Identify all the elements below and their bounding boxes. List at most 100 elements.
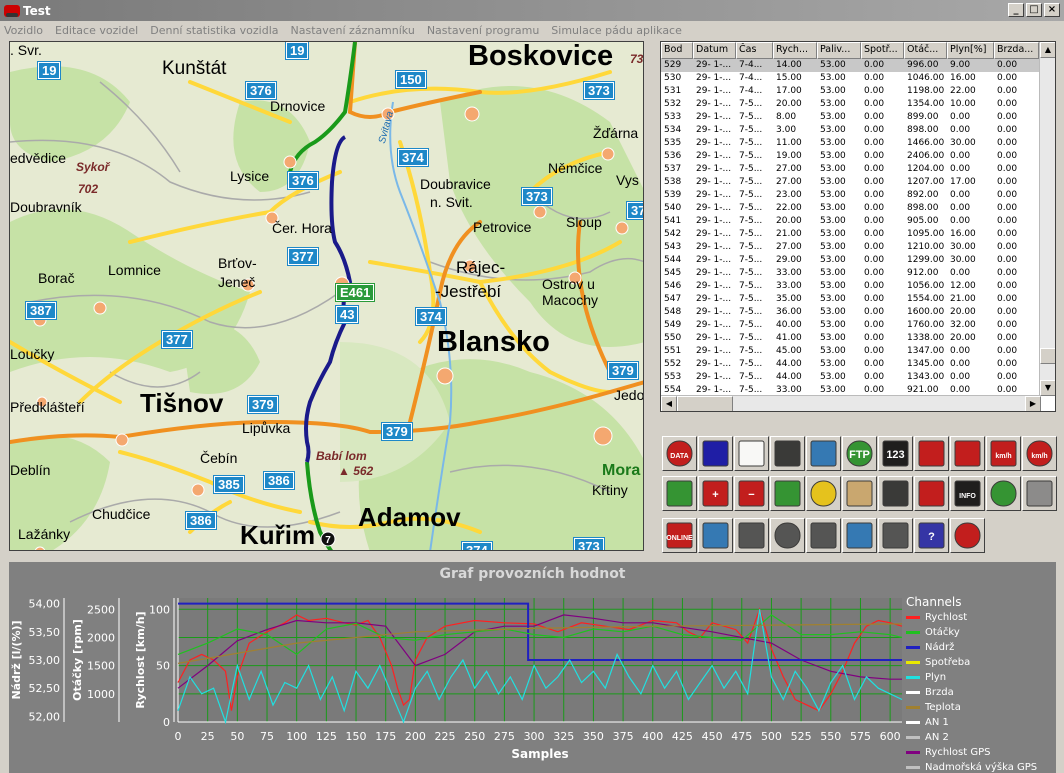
menu-editace-vozidel[interactable]: Editace vozidel <box>55 24 138 37</box>
speed-limit-button[interactable]: km/h <box>986 436 1021 471</box>
table-row[interactable]: 544 29- 1-... 7-5... 29.00 53.00 0.00 1299.00 3… <box>661 254 1055 267</box>
map-label-zdarna: Žďárna <box>593 125 639 141</box>
table-cell: 16.00 <box>950 73 976 83</box>
zoom-fit-button[interactable] <box>770 476 805 511</box>
gauge-button[interactable] <box>1022 476 1057 511</box>
table-row[interactable]: 540 29- 1-... 7-5... 22.00 53.00 0.00 898.00 0.… <box>661 202 1055 215</box>
gauge-online-button[interactable]: ONLINE <box>662 518 697 553</box>
table-cell: 0.00 <box>950 151 971 161</box>
table-cell: 0.00 <box>997 359 1018 369</box>
table-button[interactable] <box>806 518 841 553</box>
ftp-button[interactable]: FTP <box>842 436 877 471</box>
scroll-down-arrow-icon[interactable]: ▼ <box>1040 380 1055 396</box>
col-header[interactable]: Spotř... <box>861 42 904 59</box>
fuel-pump-button[interactable] <box>950 436 985 471</box>
col-header[interactable]: Otáč... <box>904 42 947 59</box>
menu-denni-statistika[interactable]: Denní statistika vozidla <box>150 24 278 37</box>
table-row[interactable]: 548 29- 1-... 7-5... 36.00 53.00 0.00 1600.00 2… <box>661 306 1055 319</box>
table-cell: 29- 1-... <box>696 60 732 70</box>
road-button[interactable] <box>770 436 805 471</box>
table-cell: 7-5... <box>739 190 763 200</box>
table-row[interactable]: 549 29- 1-... 7-5... 40.00 53.00 0.00 1760.00 3… <box>661 319 1055 332</box>
info-button[interactable]: INFO <box>950 476 985 511</box>
table-row[interactable]: 538 29- 1-... 7-5... 27.00 53.00 0.00 1207.00 1… <box>661 176 1055 189</box>
table-row[interactable]: 541 29- 1-... 7-5... 20.00 53.00 0.00 905.00 0.… <box>661 215 1055 228</box>
speed-limit-table-button[interactable]: km/h <box>1022 436 1057 471</box>
phone-road-button[interactable] <box>806 436 841 471</box>
table-row[interactable]: 530 29- 1-... 7-4... 15.00 53.00 0.00 1046.00 1… <box>661 72 1055 85</box>
table-row[interactable]: 533 29- 1-... 7-5... 8.00 53.00 0.00 899.00 0.0… <box>661 111 1055 124</box>
menu-vozidlo[interactable]: Vozidlo <box>4 24 43 37</box>
col-header[interactable]: Brzda... <box>994 42 1039 59</box>
table-cell: 1347.00 <box>907 346 945 356</box>
scroll-left-arrow-icon[interactable]: ◀ <box>661 396 677 411</box>
menu-nastaveni-zaznamniku[interactable]: Nastavení záznamníku <box>291 24 415 37</box>
grid-vertical-scrollbar[interactable]: ▲ ▼ <box>1039 42 1055 396</box>
legend-swatch <box>906 646 920 649</box>
scroll-right-arrow-icon[interactable]: ▶ <box>1025 396 1041 411</box>
route-delete-button[interactable] <box>950 518 985 553</box>
grid-horizontal-scrollbar[interactable]: ◀ ▶ <box>661 395 1041 411</box>
table-cell: 29- 1-... <box>696 177 732 187</box>
zoom-out-button[interactable]: − <box>734 476 769 511</box>
data-save-button[interactable]: DATA <box>662 436 697 471</box>
scroll-thumb[interactable] <box>1040 348 1055 364</box>
table-row[interactable]: 542 29- 1-... 7-5... 21.00 53.00 0.00 1095.00 1… <box>661 228 1055 241</box>
table-row[interactable]: 536 29- 1-... 7-5... 19.00 53.00 0.00 2406.00 0… <box>661 150 1055 163</box>
globe-button[interactable] <box>986 476 1021 511</box>
calculator-button[interactable] <box>878 518 913 553</box>
table-row[interactable]: 543 29- 1-... 7-5... 27.00 53.00 0.00 1210.00 3… <box>661 241 1055 254</box>
y-tick-label: 2500 <box>87 603 115 616</box>
scroll-thumb[interactable] <box>677 396 733 411</box>
col-header[interactable]: Rych... <box>773 42 817 59</box>
menu-nastaveni-programu[interactable]: Nastavení programu <box>427 24 539 37</box>
col-header[interactable]: Čas <box>736 42 773 59</box>
table-row[interactable]: 534 29- 1-... 7-5... 3.00 53.00 0.00 898.00 0.0… <box>661 124 1055 137</box>
route-edit-button[interactable] <box>914 476 949 511</box>
satellite-button[interactable] <box>770 518 805 553</box>
table-row[interactable]: 537 29- 1-... 7-5... 27.00 53.00 0.00 1204.00 0… <box>661 163 1055 176</box>
calendar-button[interactable] <box>914 436 949 471</box>
table-row[interactable]: 531 29- 1-... 7-4... 17.00 53.00 0.00 1198.00 2… <box>661 85 1055 98</box>
table-row[interactable]: 532 29- 1-... 7-5... 20.00 53.00 0.00 1354.00 1… <box>661 98 1055 111</box>
bar-chart-button[interactable] <box>698 518 733 553</box>
table-cell: 11.00 <box>776 138 802 148</box>
col-header[interactable]: Bod <box>661 42 693 59</box>
y-tick-label: 54,00 <box>29 598 61 611</box>
documents-button[interactable] <box>734 436 769 471</box>
menu-simulace-padu[interactable]: Simulace pádu aplikace <box>551 24 682 37</box>
computer-signal-button[interactable] <box>842 518 877 553</box>
col-header[interactable]: Plyn[%] <box>947 42 994 59</box>
table-cell: 53.00 <box>820 216 846 226</box>
printer-button[interactable] <box>734 518 769 553</box>
table-row[interactable]: 535 29- 1-... 7-5... 11.00 53.00 0.00 1466.00 3… <box>661 137 1055 150</box>
zoom-in-button[interactable]: + <box>698 476 733 511</box>
table-row[interactable]: 553 29- 1-... 7-5... 44.00 53.00 0.00 1343.00 0… <box>661 371 1055 384</box>
help-button[interactable]: ? <box>914 518 949 553</box>
counter-123-button[interactable]: 123 <box>878 436 913 471</box>
map-view[interactable]: 7 Boskovice Blansko Tišnov Kuřim Adamov … <box>9 41 644 551</box>
package-button[interactable] <box>842 476 877 511</box>
table-row[interactable]: 552 29- 1-... 7-5... 44.00 53.00 0.00 1345.00 0… <box>661 358 1055 371</box>
binoculars-button[interactable] <box>878 476 913 511</box>
scroll-up-arrow-icon[interactable]: ▲ <box>1040 42 1055 58</box>
hand-pan-button[interactable] <box>806 476 841 511</box>
table-cell: 7-5... <box>739 203 763 213</box>
route-button[interactable] <box>662 476 697 511</box>
table-row[interactable]: 547 29- 1-... 7-5... 35.00 53.00 0.00 1554.00 2… <box>661 293 1055 306</box>
table-row[interactable]: 551 29- 1-... 7-5... 45.00 53.00 0.00 1347.00 0… <box>661 345 1055 358</box>
data-grid[interactable]: Bod Datum Čas Rych... Paliv... Spotř... … <box>660 41 1056 412</box>
minimize-button[interactable]: _ <box>1008 3 1024 17</box>
table-row[interactable]: 546 29- 1-... 7-5... 33.00 53.00 0.00 1056.00 1… <box>661 280 1055 293</box>
table-row[interactable]: 550 29- 1-... 7-5... 41.00 53.00 0.00 1338.00 2… <box>661 332 1055 345</box>
map-label-svr: . Svr. <box>10 42 42 58</box>
table-row[interactable]: 529 29- 1-... 7-4... 14.00 53.00 0.00 996.00 9.… <box>661 59 1055 72</box>
close-button[interactable]: × <box>1044 3 1060 17</box>
table-row[interactable]: 545 29- 1-... 7-5... 33.00 53.00 0.00 912.00 0.… <box>661 267 1055 280</box>
table-cell: 541 <box>664 216 682 226</box>
col-header[interactable]: Paliv... <box>817 42 861 59</box>
table-row[interactable]: 539 29- 1-... 7-5... 23.00 53.00 0.00 892.00 0.… <box>661 189 1055 202</box>
maximize-button[interactable]: □ <box>1026 3 1042 17</box>
save-blue-button[interactable] <box>698 436 733 471</box>
col-header[interactable]: Datum <box>693 42 736 59</box>
